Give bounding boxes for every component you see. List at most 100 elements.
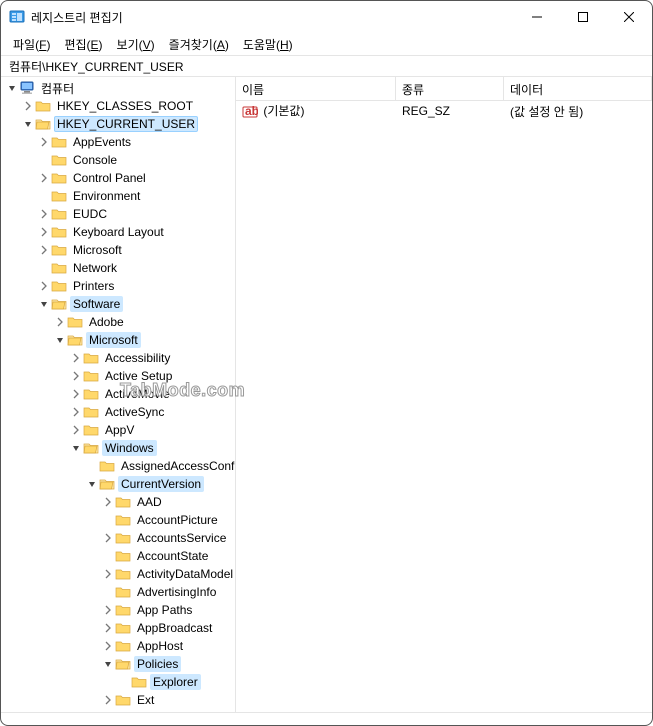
tree-node-environment[interactable]: Environment	[37, 187, 235, 205]
tree-node-hkcr[interactable]: HKEY_CLASSES_ROOT	[21, 97, 235, 115]
chevron-down-icon[interactable]	[5, 81, 19, 95]
chevron-right-icon[interactable]	[101, 621, 115, 635]
chevron-down-icon[interactable]	[69, 441, 83, 455]
col-data[interactable]: 데이터	[504, 77, 652, 100]
tree-node-activesync[interactable]: ActiveSync	[69, 403, 235, 421]
folder-icon	[83, 368, 99, 384]
chevron-down-icon[interactable]	[85, 477, 99, 491]
tree-label: ActiveMovie	[102, 386, 173, 402]
chevron-right-icon[interactable]	[69, 351, 83, 365]
tree-node-accountsservice[interactable]: AccountsService	[101, 529, 235, 547]
tree-node-accountpicture[interactable]: AccountPicture	[101, 511, 235, 529]
tree-node-appbroadcast[interactable]: AppBroadcast	[101, 619, 235, 637]
window-controls	[514, 1, 652, 33]
titlebar[interactable]: 레지스트리 편집기	[1, 1, 652, 33]
menu-favorites[interactable]: 즐겨찾기(A)	[163, 34, 235, 55]
chevron-right-icon[interactable]	[53, 315, 67, 329]
chevron-right-icon[interactable]	[69, 369, 83, 383]
folder-open-icon	[115, 656, 131, 672]
tree-node-advertisinginfo[interactable]: AdvertisingInfo	[101, 583, 235, 601]
tree-scroll[interactable]: 컴퓨터HKEY_CLASSES_ROOTHKEY_CURRENT_USERApp…	[1, 77, 235, 712]
tree-node-policies[interactable]: Policies	[101, 655, 235, 673]
chevron-down-icon[interactable]	[21, 117, 35, 131]
chevron-right-icon[interactable]	[69, 387, 83, 401]
list-row[interactable]: ab (기본값) REG_SZ (값 설정 안 됨)	[236, 101, 652, 121]
tree-node-accountstate[interactable]: AccountState	[101, 547, 235, 565]
chevron-right-icon[interactable]	[101, 693, 115, 707]
chevron-right-icon[interactable]	[69, 405, 83, 419]
chevron-right-icon[interactable]	[37, 135, 51, 149]
chevron-right-icon[interactable]	[21, 99, 35, 113]
chevron-right-icon[interactable]	[37, 279, 51, 293]
tree-node-printers[interactable]: Printers	[37, 277, 235, 295]
folder-open-icon	[35, 116, 51, 132]
chevron-right-icon[interactable]	[37, 207, 51, 221]
tree-label: Environment	[70, 188, 143, 204]
tree-node-ext[interactable]: Ext	[101, 691, 235, 709]
folder-icon	[115, 566, 131, 582]
tree-node-assignedaccess[interactable]: AssignedAccessConfiguration	[85, 457, 235, 475]
col-type[interactable]: 종류	[396, 77, 504, 100]
tree-node-activesetup[interactable]: Active Setup	[69, 367, 235, 385]
tree-label: Software	[70, 296, 123, 312]
tree-node-explorer[interactable]: Explorer	[117, 673, 235, 691]
tree-node-apphost[interactable]: AppHost	[101, 637, 235, 655]
tree-label: CurrentVersion	[118, 476, 204, 492]
tree-node-activemovie[interactable]: ActiveMovie	[69, 385, 235, 403]
folder-open-icon	[83, 440, 99, 456]
tree-node-console[interactable]: Console	[37, 151, 235, 169]
tree-node-accessibility[interactable]: Accessibility	[69, 349, 235, 367]
tree-node-appv[interactable]: AppV	[69, 421, 235, 439]
tree-node-hkcu[interactable]: HKEY_CURRENT_USER	[21, 115, 235, 133]
chevron-right-icon[interactable]	[101, 531, 115, 545]
menubar: 파일(F) 편집(E) 보기(V) 즐겨찾기(A) 도움말(H)	[1, 33, 652, 55]
menu-edit[interactable]: 편집(E)	[58, 34, 108, 55]
chevron-down-icon[interactable]	[101, 657, 115, 671]
address-bar[interactable]: 컴퓨터\HKEY_CURRENT_USER	[1, 55, 652, 77]
tree-node-appevents[interactable]: AppEvents	[37, 133, 235, 151]
tree-label: EUDC	[70, 206, 110, 222]
chevron-down-icon[interactable]	[53, 333, 67, 347]
tree-label: Adobe	[86, 314, 127, 330]
tree-node-apppaths[interactable]: App Paths	[101, 601, 235, 619]
chevron-right-icon[interactable]	[101, 603, 115, 617]
col-name[interactable]: 이름	[236, 77, 396, 100]
folder-icon	[35, 98, 51, 114]
tree-node-currentversion[interactable]: CurrentVersion	[85, 475, 235, 493]
menu-file[interactable]: 파일(F)	[7, 34, 56, 55]
tree-node-windows[interactable]: Windows	[69, 439, 235, 457]
tree-node-controlpanel[interactable]: Control Panel	[37, 169, 235, 187]
chevron-down-icon[interactable]	[37, 297, 51, 311]
tree-node-root[interactable]: 컴퓨터	[5, 79, 235, 97]
tree-label: Microsoft	[86, 332, 141, 348]
tree-label: AAD	[134, 494, 165, 510]
tree-node-keyboard[interactable]: Keyboard Layout	[37, 223, 235, 241]
list-body[interactable]: ab (기본값) REG_SZ (값 설정 안 됨)	[236, 101, 652, 712]
chevron-right-icon[interactable]	[101, 495, 115, 509]
minimize-button[interactable]	[514, 1, 560, 33]
tree-label: Network	[70, 260, 120, 276]
tree-node-eudc[interactable]: EUDC	[37, 205, 235, 223]
tree-node-activitydatamodel[interactable]: ActivityDataModel	[101, 565, 235, 583]
menu-help[interactable]: 도움말(H)	[237, 34, 299, 55]
menu-view[interactable]: 보기(V)	[111, 34, 161, 55]
tree-node-aad[interactable]: AAD	[101, 493, 235, 511]
chevron-right-icon[interactable]	[101, 639, 115, 653]
chevron-right-icon[interactable]	[37, 243, 51, 257]
close-button[interactable]	[606, 1, 652, 33]
tree-node-network[interactable]: Network	[37, 259, 235, 277]
tree-label: HKEY_CURRENT_USER	[54, 116, 198, 132]
folder-icon	[115, 620, 131, 636]
folder-icon	[83, 386, 99, 402]
chevron-right-icon[interactable]	[37, 171, 51, 185]
folder-icon	[51, 134, 67, 150]
tree-node-microsoft_top[interactable]: Microsoft	[37, 241, 235, 259]
folder-icon	[51, 152, 67, 168]
chevron-right-icon[interactable]	[37, 225, 51, 239]
maximize-button[interactable]	[560, 1, 606, 33]
tree-node-adobe[interactable]: Adobe	[53, 313, 235, 331]
chevron-right-icon[interactable]	[101, 567, 115, 581]
tree-node-software[interactable]: Software	[37, 295, 235, 313]
chevron-right-icon[interactable]	[69, 423, 83, 437]
tree-node-microsoft[interactable]: Microsoft	[53, 331, 235, 349]
